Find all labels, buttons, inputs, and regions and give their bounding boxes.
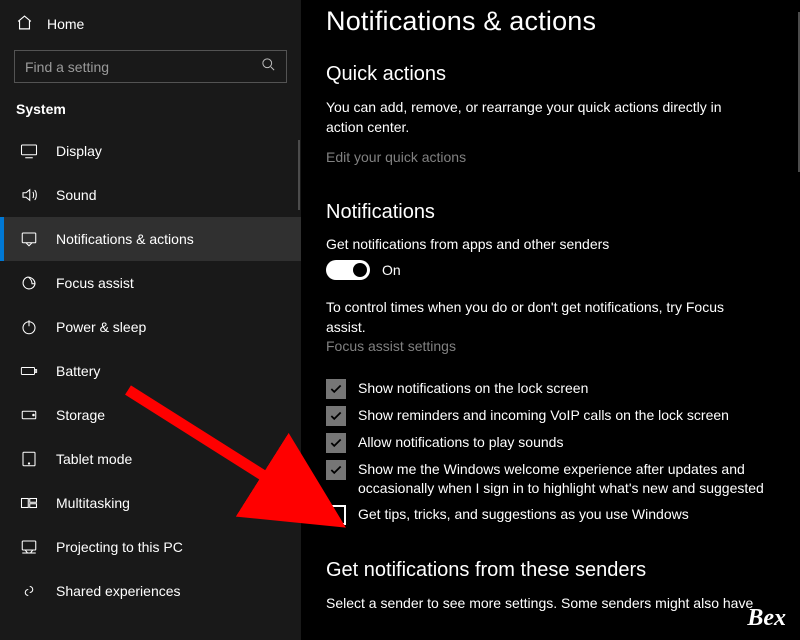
sidebar-item-storage[interactable]: Storage: [0, 393, 301, 437]
sidebar-item-multitasking[interactable]: Multitasking: [0, 481, 301, 525]
sidebar-nav: Display Sound Notifications & actions Fo…: [0, 129, 301, 613]
sidebar-item-label: Display: [56, 143, 102, 159]
sidebar-item-label: Multitasking: [56, 495, 130, 511]
sidebar-item-battery[interactable]: Battery: [0, 349, 301, 393]
page-title: Notifications & actions: [326, 0, 776, 53]
storage-icon: [20, 406, 38, 424]
master-toggle-state: On: [382, 262, 401, 278]
sidebar-scrollbar[interactable]: [298, 140, 300, 210]
power-icon: [20, 318, 38, 336]
sidebar-item-focus-assist[interactable]: Focus assist: [0, 261, 301, 305]
sidebar-item-notifications[interactable]: Notifications & actions: [0, 217, 301, 261]
check-row-tips: Get tips, tricks, and suggestions as you…: [326, 505, 766, 525]
notifications-heading: Notifications: [326, 191, 776, 236]
checkbox-voip[interactable]: [326, 406, 346, 426]
check-row-lock-screen: Show notifications on the lock screen: [326, 379, 766, 399]
sidebar-item-label: Shared experiences: [56, 583, 181, 599]
checkbox-welcome[interactable]: [326, 460, 346, 480]
notifications-icon: [20, 230, 38, 248]
edit-quick-actions-link[interactable]: Edit your quick actions: [326, 149, 776, 191]
sidebar-item-shared-experiences[interactable]: Shared experiences: [0, 569, 301, 613]
senders-heading: Get notifications from these senders: [326, 525, 776, 594]
sidebar-item-projecting[interactable]: Projecting to this PC: [0, 525, 301, 569]
display-icon: [20, 142, 38, 160]
sidebar-item-label: Storage: [56, 407, 105, 423]
search-container: [0, 44, 301, 97]
sidebar-item-tablet-mode[interactable]: Tablet mode: [0, 437, 301, 481]
tablet-icon: [20, 450, 38, 468]
focus-assist-settings-link[interactable]: Focus assist settings: [326, 338, 456, 354]
home-label: Home: [47, 16, 84, 32]
multitasking-icon: [20, 494, 38, 512]
focus-icon: [20, 274, 38, 292]
check-label: Show notifications on the lock screen: [358, 379, 588, 398]
settings-sidebar: Home System Display Sound Notifications …: [0, 0, 302, 640]
checkbox-lock-screen[interactable]: [326, 379, 346, 399]
projecting-icon: [20, 538, 38, 556]
quick-actions-desc: You can add, remove, or rearrange your q…: [326, 98, 756, 149]
sidebar-item-label: Battery: [56, 363, 100, 379]
search-icon: [261, 57, 276, 77]
check-row-welcome: Show me the Windows welcome experience a…: [326, 460, 766, 498]
checkbox-sounds[interactable]: [326, 433, 346, 453]
search-box[interactable]: [14, 50, 287, 83]
check-row-voip: Show reminders and incoming VoIP calls o…: [326, 406, 766, 426]
focus-assist-hint: To control times when you do or don't ge…: [326, 298, 766, 357]
checkbox-tips[interactable]: [326, 505, 346, 525]
notification-options: Show notifications on the lock screen Sh…: [326, 357, 766, 525]
home-nav-item[interactable]: Home: [0, 6, 301, 44]
sidebar-group-header: System: [0, 97, 301, 129]
senders-desc: Select a sender to see more settings. So…: [326, 594, 756, 614]
sidebar-item-label: Focus assist: [56, 275, 134, 291]
quick-actions-heading: Quick actions: [326, 53, 776, 98]
sidebar-item-label: Sound: [56, 187, 96, 203]
check-label: Allow notifications to play sounds: [358, 433, 563, 452]
search-input[interactable]: [25, 59, 261, 75]
home-icon: [16, 14, 33, 34]
check-label: Show me the Windows welcome experience a…: [358, 460, 766, 498]
sidebar-item-power-sleep[interactable]: Power & sleep: [0, 305, 301, 349]
sidebar-item-label: Power & sleep: [56, 319, 146, 335]
sidebar-item-sound[interactable]: Sound: [0, 173, 301, 217]
sidebar-item-label: Projecting to this PC: [56, 539, 183, 555]
master-toggle-label: Get notifications from apps and other se…: [326, 236, 776, 260]
battery-icon: [20, 362, 38, 380]
sidebar-item-label: Notifications & actions: [56, 231, 194, 247]
check-label: Show reminders and incoming VoIP calls o…: [358, 406, 729, 425]
check-label: Get tips, tricks, and suggestions as you…: [358, 505, 689, 524]
master-toggle[interactable]: [326, 260, 370, 280]
sidebar-item-label: Tablet mode: [56, 451, 132, 467]
sound-icon: [20, 186, 38, 204]
check-row-sounds: Allow notifications to play sounds: [326, 433, 766, 453]
shared-icon: [20, 582, 38, 600]
main-panel: Notifications & actions Quick actions Yo…: [302, 0, 800, 640]
sidebar-item-display[interactable]: Display: [0, 129, 301, 173]
